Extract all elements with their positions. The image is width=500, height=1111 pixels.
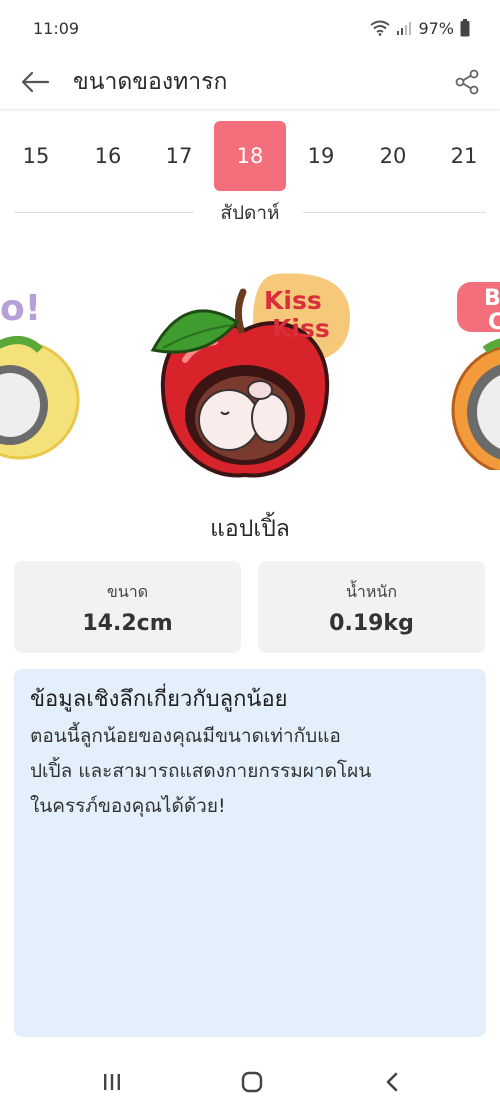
weight-card: น้ำหนัก 0.19kg — [258, 561, 485, 653]
insight-box: ข้อมูลเชิงลึกเกี่ยวกับลูกน้อย ตอนนี้ลูกน… — [14, 669, 486, 1037]
fruit-name: แอปเปิ้ล — [210, 516, 290, 542]
fruit-carousel[interactable]: o! Kiss Kiss B C — [0, 250, 500, 490]
bubble-text-line1: Kiss — [264, 286, 322, 315]
share-icon — [455, 69, 479, 95]
week-selector: 15 16 17 18 19 20 21 — [0, 120, 500, 192]
week-item[interactable]: 19 — [285, 121, 357, 191]
apple-illustration — [150, 273, 350, 478]
size-value: 14.2cm — [82, 611, 173, 636]
insight-line: ปเปิ้ล และสามารถแสดงกายกรรมผาดโผน — [30, 760, 372, 782]
status-icons: 97% — [370, 19, 470, 38]
insight-line: ตอนนี้ลูกน้อยของคุณมีขนาดเท่ากับแอ — [30, 725, 341, 747]
week-item[interactable]: 16 — [72, 121, 144, 191]
battery-icon — [460, 19, 470, 37]
recents-icon — [104, 1074, 120, 1090]
status-bar: 11:09 97% — [0, 0, 500, 56]
signal-icon — [397, 22, 412, 35]
right-bubble-text-2: C — [488, 310, 500, 335]
right-bubble-text: B — [484, 286, 500, 311]
battery-percent: 97% — [418, 18, 454, 38]
weight-label: น้ำหนัก — [345, 582, 398, 601]
status-time: 11:09 — [33, 18, 80, 38]
recents-button[interactable] — [94, 1064, 130, 1100]
week-unit-label: สัปดาห์ — [220, 202, 280, 224]
page-title: ขนาดของทารก — [73, 69, 228, 95]
week-item[interactable]: 17 — [143, 121, 215, 191]
share-button[interactable] — [448, 63, 486, 101]
weight-value: 0.19kg — [329, 611, 414, 636]
size-card: ขนาด 14.2cm — [14, 561, 241, 653]
home-icon — [241, 1071, 263, 1093]
system-nav-bar — [0, 1052, 500, 1111]
arrow-left-icon — [21, 71, 50, 93]
left-bubble-text: o! — [0, 288, 42, 329]
insight-title: ข้อมูลเชิงลึกเกี่ยวกับลูกน้อย — [30, 687, 288, 712]
insight-line: ในครรภ์ของคุณได้ด้วย! — [30, 795, 226, 817]
week-item-selected[interactable]: 18 — [214, 121, 286, 191]
size-label: ขนาด — [106, 582, 149, 601]
nav-back-icon — [386, 1072, 398, 1092]
home-button[interactable] — [234, 1064, 270, 1100]
insight-body: ตอนนี้ลูกน้อยของคุณมีขนาดเท่ากับแอ ปเปิ้… — [30, 719, 470, 824]
week-item[interactable]: 15 — [0, 121, 72, 191]
week-item[interactable]: 21 — [428, 121, 500, 191]
app-bar: ขนาดของทารก — [0, 56, 500, 110]
bubble-text-line2: Kiss — [272, 314, 330, 343]
nav-back-button[interactable] — [374, 1064, 410, 1100]
week-item[interactable]: 20 — [357, 121, 429, 191]
back-button[interactable] — [18, 65, 52, 99]
wifi-icon — [370, 20, 391, 36]
